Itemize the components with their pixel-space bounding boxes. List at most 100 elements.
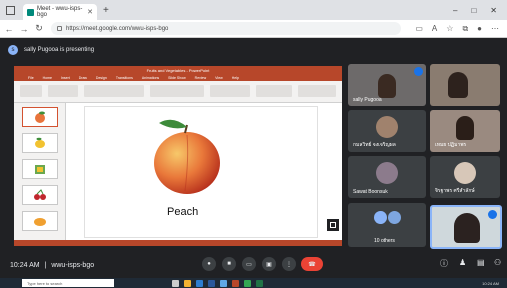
ppt-ribbon: [14, 81, 342, 103]
ribbon-group: [256, 85, 292, 97]
participant-avatar: [376, 116, 398, 138]
ribbon-group: [150, 85, 204, 97]
video-feed: [448, 72, 468, 98]
participant-avatar: [374, 211, 387, 224]
ribbon-group: [84, 85, 144, 97]
pin-presentation-button[interactable]: [326, 218, 340, 232]
mango-icon: [34, 218, 46, 226]
mail-icon[interactable]: [220, 279, 227, 287]
more-icon[interactable]: ⋯: [491, 24, 499, 34]
meeting-code: wwu-isps-bgo: [51, 261, 95, 269]
tab-meet[interactable]: Meet - wwu-isps-bgo ✕: [23, 4, 97, 20]
meet-window: Meet - wwu-isps-bgo ✕ + – □ ✕ ← → ↻ http…: [0, 0, 507, 288]
ribbon-tab: Animations: [141, 76, 160, 80]
peach-image: [154, 119, 220, 194]
video-feed: [378, 74, 396, 98]
address-bar-row: ← → ↻ https://meet.google.com/wwu-isps-b…: [0, 20, 507, 38]
participant-tile[interactable]: Sawat Boonsuk: [348, 156, 426, 198]
task-view-icon[interactable]: [172, 279, 179, 287]
speaking-indicator-icon: [414, 67, 423, 76]
meeting-separator: |: [44, 261, 47, 269]
ppt-title-bar: Fruits and Vegetables - PowerPoint: [14, 66, 342, 75]
read-aloud-icon[interactable]: A: [432, 24, 437, 34]
ribbon-tab: File: [28, 76, 34, 80]
favorite-icon[interactable]: ☆: [446, 24, 453, 34]
window-menu-icon[interactable]: [6, 5, 15, 15]
ppt-title: Fruits and Vegetables - PowerPoint: [146, 68, 210, 73]
chat-icon[interactable]: ▤: [477, 258, 485, 267]
new-tab-button[interactable]: +: [103, 5, 109, 16]
current-slide: Peach: [84, 106, 318, 238]
meeting-info: 10:24 AM | wwu-isps-bgo: [10, 262, 94, 269]
slide-thumbnail: [22, 133, 58, 153]
maximize-button[interactable]: □: [471, 6, 476, 15]
chrome-icon[interactable]: [244, 279, 251, 287]
participant-avatar: [376, 162, 398, 184]
present-button[interactable]: ▣: [262, 257, 276, 271]
window-controls: – □ ✕: [453, 6, 507, 15]
store-icon[interactable]: [208, 279, 215, 287]
taskbar-search-field[interactable]: Type here to search: [22, 279, 114, 287]
powerpoint-icon[interactable]: [232, 279, 239, 287]
participant-tile[interactable]: [430, 64, 500, 106]
ribbon-tab: Slide Show: [168, 76, 186, 80]
slide-thumbnail: [22, 185, 58, 205]
ribbon-tab: Transitions: [115, 76, 133, 80]
microphone-button[interactable]: ●: [202, 257, 216, 271]
participant-tile[interactable]: จิรฐาพร ศรีสำลักษ์: [430, 156, 500, 198]
file-explorer-icon[interactable]: [184, 279, 191, 287]
video-feed: [454, 213, 480, 243]
shared-screen: Fruits and Vegetables - PowerPoint File …: [14, 66, 342, 246]
ribbon-group: [298, 85, 336, 97]
meet-favicon-icon: [27, 8, 34, 16]
browser-tab-bar: Meet - wwu-isps-bgo ✕ + – □ ✕: [0, 0, 507, 20]
camera-button[interactable]: ■: [222, 257, 236, 271]
ribbon-tab: Home: [42, 76, 52, 80]
profile-icon[interactable]: ●: [477, 24, 482, 34]
lemon-icon: [35, 137, 45, 148]
edge-icon[interactable]: [196, 279, 203, 287]
ribbon-tab: Draw: [78, 76, 87, 80]
end-call-button[interactable]: ☎: [301, 257, 323, 271]
slide-thumbnail: [22, 107, 58, 127]
close-tab-icon[interactable]: ✕: [87, 8, 93, 16]
participant-name: กมลวิทย์ จงเจริญผล: [353, 142, 396, 148]
excel-icon[interactable]: [256, 279, 263, 287]
close-window-button[interactable]: ✕: [490, 6, 497, 15]
slide-caption: Peach: [167, 206, 199, 218]
ribbon-tab: Insert: [60, 76, 70, 80]
forward-icon[interactable]: →: [18, 24, 30, 34]
taskbar-search-placeholder: Type here to search: [27, 280, 63, 286]
back-icon[interactable]: ←: [3, 24, 15, 34]
presenting-banner: s sally Pugooa is presenting: [0, 38, 507, 62]
ppt-status-bar: [14, 240, 342, 246]
camera-status-icon[interactable]: ▭: [415, 24, 423, 34]
ribbon-group: [48, 85, 78, 97]
participant-name: เหมย ปฏิมาพร: [435, 142, 467, 148]
others-tile[interactable]: 10 others: [348, 203, 426, 247]
participant-name: Sawat Boonsuk: [353, 189, 388, 195]
info-icon[interactable]: ⓘ: [440, 258, 448, 269]
video-feed: [456, 116, 474, 140]
minimize-button[interactable]: –: [453, 6, 457, 15]
participant-tile[interactable]: sally Pugooa: [348, 64, 426, 106]
lock-icon: [57, 26, 62, 31]
more-options-button[interactable]: ⋮: [282, 257, 296, 271]
participant-tile[interactable]: เหมย ปฏิมาพร: [430, 110, 500, 152]
participant-name: sally Pugooa: [353, 97, 382, 103]
activities-icon[interactable]: ⚇: [494, 258, 501, 267]
people-icon[interactable]: ♟: [459, 258, 466, 267]
url-field[interactable]: https://meet.google.com/wwu-isps-bgo: [51, 22, 401, 35]
participant-avatar: [454, 162, 476, 184]
self-view-tile[interactable]: [430, 205, 502, 249]
captions-button[interactable]: ▭: [242, 257, 256, 271]
windows-taskbar: Type here to search 10:24 AM: [0, 278, 507, 288]
others-count: 10 others: [374, 238, 395, 244]
participant-tile[interactable]: กมลวิทย์ จงเจริญผล: [348, 110, 426, 152]
reload-icon[interactable]: ↻: [33, 23, 45, 34]
participant-name: จิรฐาพร ศรีสำลักษ์: [435, 188, 475, 194]
ribbon-tab: Help: [231, 76, 239, 80]
peach-icon: [35, 111, 45, 123]
collections-icon[interactable]: ⧉: [462, 24, 468, 34]
self-options-icon[interactable]: [488, 210, 497, 219]
